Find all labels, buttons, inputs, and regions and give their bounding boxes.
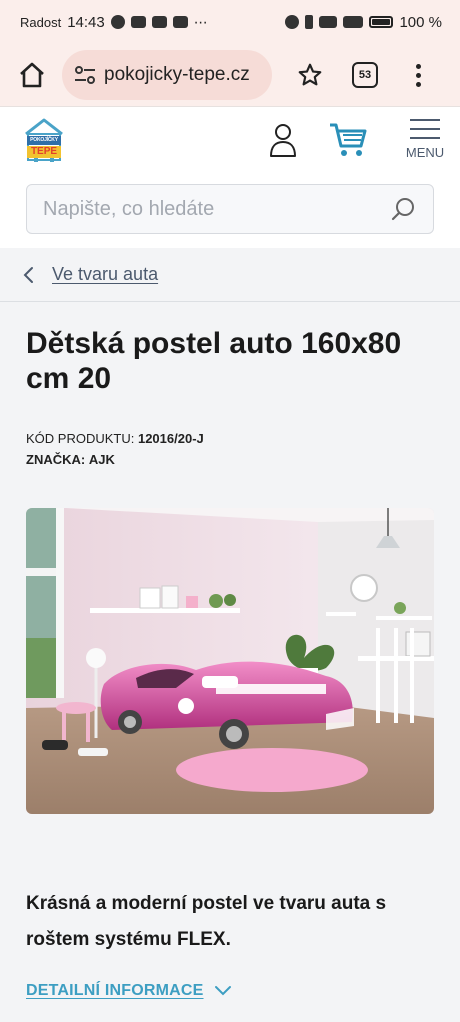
breadcrumb: Ve tvaru auta	[0, 248, 460, 302]
product-code-label: KÓD PRODUKTU:	[26, 431, 135, 446]
chevron-down-icon	[214, 986, 231, 996]
logo-text-bottom: TEPE	[30, 145, 58, 157]
bookmark-button[interactable]	[290, 55, 330, 95]
volte-icon	[319, 16, 338, 28]
user-icon	[270, 123, 296, 157]
address-bar[interactable]: pokojicky-tepe.cz	[62, 50, 272, 100]
signal-icon	[343, 16, 364, 28]
product-title: Dětská postel auto 160x80 cm 20	[26, 327, 402, 395]
brand-value: AJK	[88, 452, 115, 467]
menu-label: MENU	[405, 145, 445, 160]
home-button[interactable]	[12, 55, 52, 95]
browser-toolbar: pokojicky-tepe.cz 53	[0, 44, 460, 106]
site-settings-icon[interactable]	[74, 66, 96, 84]
product-meta: KÓD PRODUKTU: 12016/20-J ZNAČKA: AJK	[26, 428, 204, 470]
account-button[interactable]	[268, 122, 298, 158]
search-icon[interactable]	[391, 196, 417, 222]
status-bar: Radost 14:43 ⋯ 100 %	[0, 0, 460, 44]
cart-button[interactable]	[328, 120, 368, 160]
hamburger-icon	[410, 119, 440, 146]
bedroom-illustration	[26, 508, 434, 814]
logo-text-top: POKOJÍČKY	[30, 136, 58, 143]
youtube-icon	[130, 16, 146, 28]
product-image[interactable]	[26, 508, 434, 814]
battery-level: 100 %	[399, 13, 442, 31]
alarm-icon	[285, 15, 300, 29]
tab-switcher-button[interactable]: 53	[352, 62, 378, 88]
bluetooth-icon	[305, 15, 314, 29]
url-text: pokojicky-tepe.cz	[104, 64, 250, 85]
clock: 14:43	[67, 13, 105, 31]
details-link[interactable]: DETAILNÍ INFORMACE	[26, 982, 204, 1000]
brand-row: ZNAČKA: AJK	[26, 449, 204, 470]
search-input[interactable]	[43, 197, 391, 221]
browser-menu-button[interactable]	[416, 63, 421, 87]
product-code-row: KÓD PRODUKTU: 12016/20-J	[26, 428, 204, 449]
battery-icon	[369, 16, 394, 28]
youtube-icon	[172, 16, 188, 28]
youtube-icon	[151, 16, 167, 28]
star-icon	[298, 63, 322, 86]
site-logo[interactable]: POKOJÍČKY TEPE	[22, 116, 66, 164]
site-header: POKOJÍČKY TEPE MENU	[0, 106, 460, 172]
search-box	[26, 184, 434, 234]
carrier-name: Radost	[20, 14, 62, 30]
menu-button[interactable]: MENU	[402, 119, 448, 160]
shopping-cart-icon	[330, 123, 367, 156]
extra-notifications-icon: ⋯	[193, 13, 208, 30]
home-icon	[20, 62, 44, 88]
product-description: Krásná a moderní postel ve tvaru auta s …	[26, 893, 387, 950]
product-code-value: 12016/20-J	[137, 431, 204, 446]
details-toggle[interactable]: DETAILNÍ INFORMACE	[26, 982, 232, 1000]
brand-label: ZNAČKA:	[26, 452, 86, 467]
breadcrumb-link[interactable]: Ve tvaru auta	[52, 264, 158, 285]
search-section	[0, 172, 460, 248]
chevron-left-icon[interactable]	[22, 266, 36, 284]
messenger-icon	[110, 15, 125, 29]
